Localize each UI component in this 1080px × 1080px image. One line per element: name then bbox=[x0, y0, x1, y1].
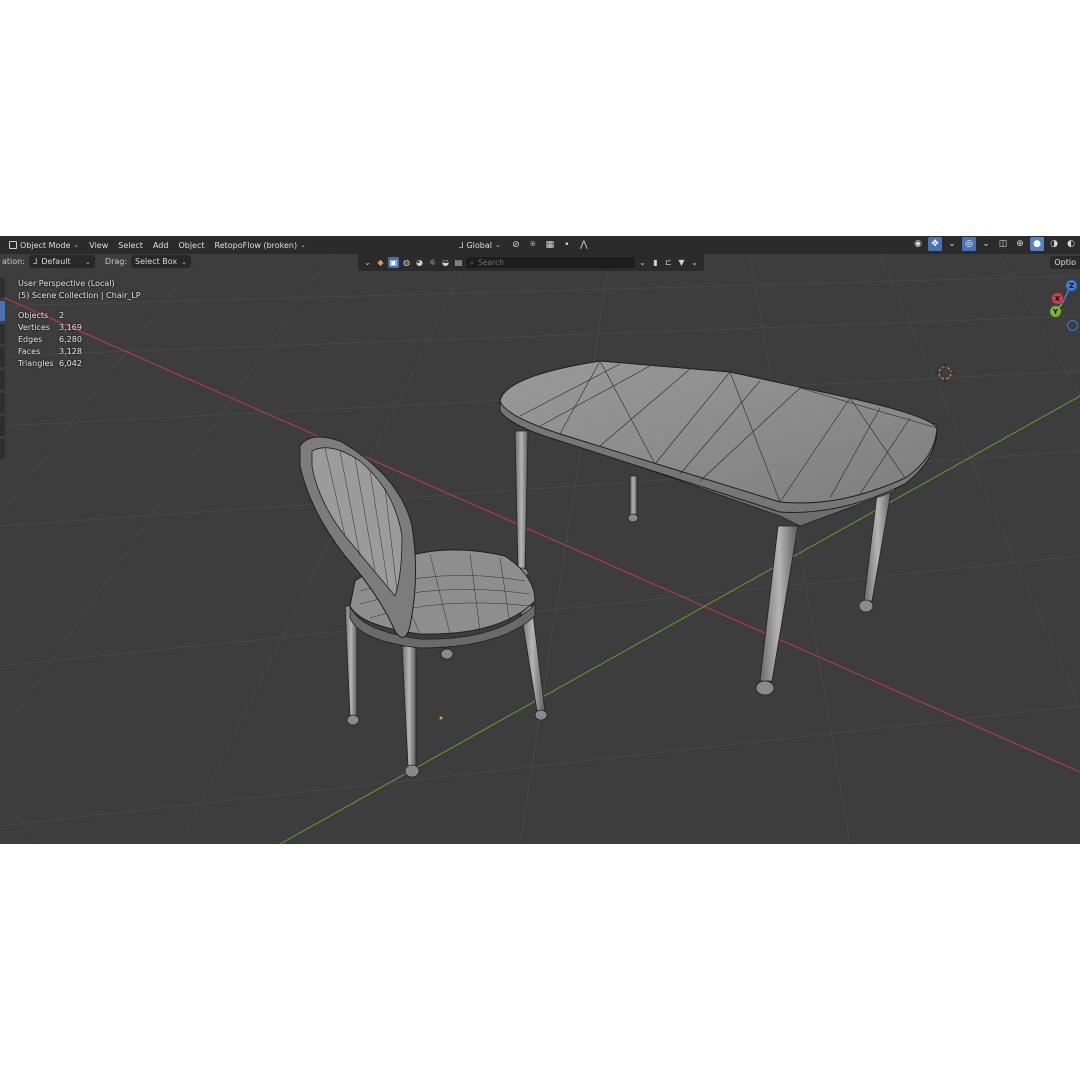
chair-mesh bbox=[299, 436, 548, 778]
menu-add[interactable]: Add bbox=[148, 241, 174, 250]
world-icon[interactable]: ◒ bbox=[440, 257, 451, 268]
light-icon[interactable]: ☼ bbox=[427, 257, 438, 268]
collection-label: (5) Scene Collection | Chair_LP bbox=[18, 291, 141, 300]
chevron-down-icon[interactable]: ⌄ bbox=[689, 257, 700, 268]
camera-icon[interactable]: ▤ bbox=[453, 257, 464, 268]
material-shading-icon[interactable]: ◑ bbox=[1047, 237, 1061, 251]
chevron-down-icon: ⌄ bbox=[85, 257, 91, 266]
perspective-label: User Perspective (Local) bbox=[18, 279, 115, 288]
chevron-down-icon: ⌄ bbox=[495, 241, 501, 249]
navigation-gizmo[interactable]: Z X Y bbox=[1040, 274, 1080, 334]
viewport-info-overlay: User Perspective (Local) (5) Scene Colle… bbox=[18, 278, 141, 370]
stat-value-triangles: 6,042 bbox=[59, 359, 82, 368]
rendered-shading-icon[interactable]: ◐ bbox=[1064, 237, 1078, 251]
falloff-icon[interactable]: ⋀ bbox=[577, 238, 591, 252]
stat-value-edges: 6,280 bbox=[59, 335, 82, 344]
blender-window: Object Mode ⌄ View Select Add Object Ret… bbox=[0, 236, 1080, 844]
overlay-toggle-icon[interactable]: ◎ bbox=[962, 237, 976, 251]
gizmo-z-axis[interactable]: Z bbox=[1066, 280, 1077, 291]
gizmo-y-axis[interactable]: Y bbox=[1050, 306, 1061, 317]
solid-shading-icon[interactable]: ● bbox=[1030, 237, 1044, 251]
chevron-down-icon[interactable]: ⌄ bbox=[637, 257, 648, 268]
chevron-down-icon[interactable]: ⌄ bbox=[945, 237, 959, 251]
filter-toolbar: ⌄ ◆ ▣ ◍ ◕ ☼ ◒ ▤ ⌕ Search ⌄ ▮ ⊏ ▼ ⌄ bbox=[358, 254, 704, 271]
orientation-value: Default bbox=[41, 257, 71, 266]
snap-icon[interactable]: ⍟ bbox=[526, 238, 540, 252]
gizmo-toggle-icon[interactable]: ✥ bbox=[928, 237, 942, 251]
stat-label-edges: Edges bbox=[18, 335, 43, 344]
tool-button-active[interactable] bbox=[0, 301, 5, 321]
tool-button[interactable] bbox=[0, 393, 5, 413]
chevron-down-icon: ⌄ bbox=[73, 241, 80, 249]
search-field[interactable]: ⌕ Search bbox=[466, 257, 635, 268]
bookmark-icon[interactable]: ▮ bbox=[650, 257, 661, 268]
stat-value-faces: 3,128 bbox=[59, 347, 82, 356]
proportional-edit-icon[interactable]: • bbox=[560, 238, 574, 252]
search-icon: ⌕ bbox=[470, 257, 475, 267]
menu-retopoflow[interactable]: RetopoFlow (broken) ⌄ bbox=[210, 237, 311, 253]
stat-label-objects: Objects bbox=[18, 311, 49, 320]
scene-statistics: Objects 2 Vertices 3,169 Edges 6,280 Fac… bbox=[18, 310, 141, 370]
tool-button[interactable] bbox=[0, 278, 5, 298]
table-mesh bbox=[499, 360, 938, 696]
viewport-canvas[interactable] bbox=[0, 236, 1080, 844]
material-icon[interactable]: ◕ bbox=[414, 257, 425, 268]
chevron-down-icon: ⌄ bbox=[181, 257, 188, 266]
drag-value: Select Box bbox=[135, 257, 178, 266]
3d-viewport[interactable] bbox=[0, 236, 1080, 844]
menu-select[interactable]: Select bbox=[113, 241, 148, 250]
stat-label-triangles: Triangles bbox=[18, 359, 54, 368]
tool-button[interactable] bbox=[0, 324, 5, 344]
stat-label-vertices: Vertices bbox=[18, 323, 50, 332]
hierarchy-icon[interactable]: ⊏ bbox=[663, 257, 674, 268]
stat-value-objects: 2 bbox=[59, 311, 65, 320]
object-mode-dropdown[interactable]: Object Mode ⌄ bbox=[4, 237, 84, 253]
orientation-dropdown[interactable]: ⅃ Default ⌄ bbox=[28, 255, 95, 268]
transform-tools: ⅃ Global ⌄ ⊘ ⍟ ▦ • ⋀ bbox=[454, 237, 591, 253]
snap-grid-icon[interactable]: ▦ bbox=[543, 238, 557, 252]
select-box-icon[interactable]: ▣ bbox=[388, 257, 399, 268]
pivot-point-icon[interactable]: ⊘ bbox=[509, 238, 523, 252]
stat-value-vertices: 3,169 bbox=[59, 323, 82, 332]
viewport-header: Object Mode ⌄ View Select Add Object Ret… bbox=[0, 236, 1080, 254]
tool-settings-row: ation: ⅃ Default ⌄ Drag: Select Box ⌄ ⌄ … bbox=[0, 254, 1080, 271]
options-button[interactable]: Optio bbox=[1050, 256, 1080, 269]
orientation-axes-icon: ⅃ bbox=[32, 257, 38, 266]
chevron-down-icon[interactable]: ⌄ bbox=[362, 257, 373, 268]
transform-orientation-label: Global bbox=[466, 240, 492, 250]
options-label: Optio bbox=[1054, 258, 1076, 267]
color-cube-icon[interactable]: ◆ bbox=[375, 257, 386, 268]
viewport-shading-tools: ◉ ✥ ⌄ ◎ ⌄ ◫ ⊕ ● ◑ ◐ bbox=[911, 237, 1080, 251]
orientation-label: ation: bbox=[2, 257, 25, 266]
object-mode-icon bbox=[9, 241, 17, 249]
menu-object[interactable]: Object bbox=[173, 241, 209, 250]
chevron-down-icon: ⌄ bbox=[300, 241, 306, 249]
object-origin bbox=[439, 716, 443, 720]
visibility-icon[interactable]: ◉ bbox=[911, 237, 925, 251]
xray-icon[interactable]: ◫ bbox=[996, 237, 1010, 251]
tool-button[interactable] bbox=[0, 439, 5, 459]
object-mode-label: Object Mode bbox=[20, 240, 71, 250]
sphere-icon[interactable]: ◍ bbox=[401, 257, 412, 268]
stat-label-faces: Faces bbox=[18, 347, 41, 356]
left-toolbar bbox=[0, 278, 6, 462]
chevron-down-icon[interactable]: ⌄ bbox=[979, 237, 993, 251]
retopoflow-label: RetopoFlow (broken) bbox=[214, 240, 298, 250]
menu-view[interactable]: View bbox=[84, 241, 113, 250]
transform-orientation-dropdown[interactable]: ⅃ Global ⌄ bbox=[454, 237, 506, 253]
tool-settings: ation: ⅃ Default ⌄ Drag: Select Box ⌄ bbox=[0, 255, 192, 268]
tool-button[interactable] bbox=[0, 347, 5, 367]
floor-grid bbox=[0, 255, 1080, 844]
tool-button[interactable] bbox=[0, 416, 5, 436]
drag-label: Drag: bbox=[104, 257, 128, 266]
filter-icon[interactable]: ▼ bbox=[676, 257, 687, 268]
search-placeholder: Search bbox=[478, 258, 504, 267]
wireframe-shading-icon[interactable]: ⊕ bbox=[1013, 237, 1027, 251]
gizmo-x-axis[interactable]: X bbox=[1052, 293, 1063, 304]
drag-dropdown[interactable]: Select Box ⌄ bbox=[131, 255, 192, 268]
tool-button[interactable] bbox=[0, 370, 5, 390]
3d-cursor-icon bbox=[935, 363, 955, 383]
gizmo-neg-z-axis[interactable] bbox=[1067, 320, 1078, 331]
orientation-axes-icon: ⅃ bbox=[459, 240, 464, 250]
